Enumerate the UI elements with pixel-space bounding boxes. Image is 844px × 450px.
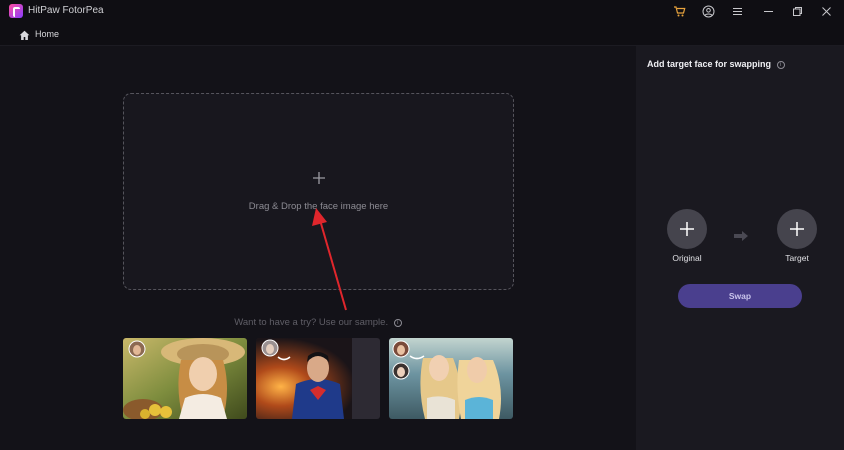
restore-icon[interactable] bbox=[789, 3, 805, 19]
swap-panel: Add target face for swapping i Original … bbox=[636, 46, 844, 450]
main-area: Drag & Drop the face image here Want to … bbox=[0, 46, 636, 450]
account-icon[interactable] bbox=[700, 3, 716, 19]
annotation-arrow bbox=[312, 208, 347, 311]
plus-icon bbox=[680, 222, 694, 236]
minimize-icon[interactable] bbox=[760, 3, 776, 19]
info-icon[interactable]: i bbox=[776, 61, 785, 69]
add-original-button[interactable] bbox=[667, 209, 707, 249]
info-icon[interactable]: i bbox=[393, 319, 402, 327]
sample-image-woman-hat bbox=[123, 338, 247, 419]
sample-hint: Want to have a try? Use our sample. i bbox=[0, 317, 636, 328]
arrow-right-icon bbox=[734, 231, 748, 241]
plus-icon bbox=[312, 171, 326, 185]
close-icon[interactable] bbox=[818, 3, 834, 19]
sample-image-beach bbox=[389, 338, 513, 419]
sample-card-3[interactable] bbox=[389, 338, 513, 419]
add-target-button[interactable] bbox=[777, 209, 817, 249]
menu-icon[interactable] bbox=[729, 3, 745, 19]
home-link[interactable]: Home bbox=[35, 29, 59, 39]
target-label: Target bbox=[785, 253, 809, 263]
home-icon[interactable] bbox=[19, 28, 30, 40]
original-label: Original bbox=[672, 253, 702, 263]
plus-icon bbox=[790, 222, 804, 236]
title-bar: HitPaw FotorPea bbox=[0, 0, 844, 22]
nav-bar: Home bbox=[0, 22, 844, 46]
swap-button[interactable]: Swap bbox=[678, 284, 802, 308]
sample-image-superhero bbox=[256, 338, 380, 419]
sample-card-2[interactable] bbox=[256, 338, 380, 419]
sample-card-1[interactable] bbox=[123, 338, 247, 419]
cart-icon[interactable] bbox=[671, 3, 687, 19]
app-logo-icon bbox=[9, 4, 23, 18]
app-title: HitPaw FotorPea bbox=[28, 5, 104, 16]
panel-title: Add target face for swapping i bbox=[647, 59, 785, 69]
